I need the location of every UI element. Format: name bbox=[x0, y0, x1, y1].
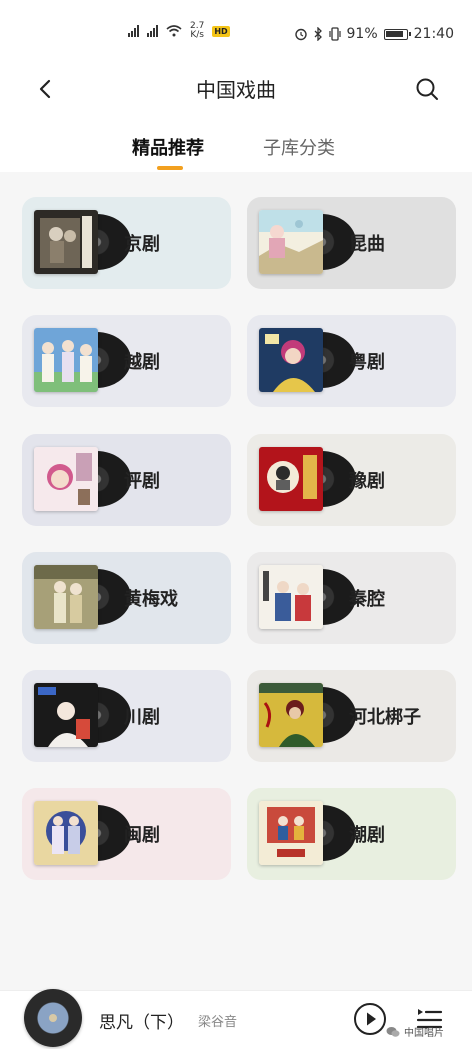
category-card[interactable]: 昆曲 bbox=[247, 197, 456, 289]
album-cover bbox=[34, 565, 98, 629]
bluetooth-icon bbox=[314, 27, 322, 41]
now-playing-disc[interactable] bbox=[24, 989, 82, 1047]
status-center: 2.7 K/s HD bbox=[128, 22, 230, 40]
wifi-icon bbox=[166, 25, 182, 37]
category-card[interactable]: 评剧 bbox=[22, 434, 231, 526]
album-cover bbox=[34, 683, 98, 747]
category-name: 昆曲 bbox=[349, 234, 385, 255]
network-speed-unit: K/s bbox=[190, 30, 204, 40]
watermark-text: 中国唱片 bbox=[404, 1028, 444, 1039]
category-name: 粤剧 bbox=[349, 352, 385, 373]
search-icon bbox=[416, 78, 438, 100]
album-cover bbox=[259, 328, 323, 392]
battery-percent: 91% bbox=[346, 26, 378, 42]
play-button[interactable] bbox=[352, 1001, 388, 1037]
category-card[interactable]: 河北梆子 bbox=[247, 670, 456, 762]
status-bar: 2.7 K/s HD 91% 21:40 bbox=[0, 0, 472, 62]
category-name: 评剧 bbox=[124, 471, 160, 492]
signal-icon bbox=[147, 25, 158, 37]
category-name: 秦腔 bbox=[349, 589, 385, 610]
tab-indicator bbox=[157, 166, 183, 170]
album-cover bbox=[259, 447, 323, 511]
album-cover bbox=[259, 565, 323, 629]
category-card[interactable]: 闽剧 bbox=[22, 788, 231, 880]
alarm-icon bbox=[294, 28, 307, 41]
vibrate-icon bbox=[328, 27, 341, 41]
category-card[interactable]: 川剧 bbox=[22, 670, 231, 762]
category-card[interactable]: 豫剧 bbox=[247, 434, 456, 526]
hd-badge: HD bbox=[212, 25, 230, 37]
album-cover bbox=[34, 210, 98, 274]
signal-icon bbox=[128, 25, 139, 37]
page-title: 中国戏曲 bbox=[196, 78, 276, 102]
category-card[interactable]: 越剧 bbox=[22, 315, 231, 407]
category-card[interactable]: 潮剧 bbox=[247, 788, 456, 880]
category-name: 河北梆子 bbox=[349, 707, 421, 728]
category-card[interactable]: 粤剧 bbox=[247, 315, 456, 407]
category-name: 潮剧 bbox=[349, 825, 385, 846]
clock: 21:40 bbox=[413, 26, 454, 42]
wechat-icon bbox=[386, 1026, 400, 1037]
category-card[interactable]: 秦腔 bbox=[247, 552, 456, 644]
category-name: 闽剧 bbox=[124, 825, 160, 846]
category-card[interactable]: 黄梅戏 bbox=[22, 552, 231, 644]
song-title[interactable]: 思凡（下） bbox=[99, 1008, 184, 1033]
category-name: 川剧 bbox=[124, 707, 160, 728]
artist-name: 梁谷音 bbox=[198, 1015, 238, 1030]
album-cover bbox=[259, 801, 323, 865]
mini-player: 思凡（下） 梁谷音 中国唱片 bbox=[0, 989, 472, 1049]
category-name: 越剧 bbox=[124, 352, 160, 373]
album-cover bbox=[34, 328, 98, 392]
album-cover bbox=[259, 683, 323, 747]
play-icon bbox=[354, 1003, 386, 1035]
category-card[interactable]: 京剧 bbox=[22, 197, 231, 289]
category-name: 京剧 bbox=[124, 234, 160, 255]
battery-icon bbox=[383, 28, 411, 40]
album-cover bbox=[34, 801, 98, 865]
search-button[interactable] bbox=[412, 74, 442, 104]
tab-categories[interactable]: 子库分类 bbox=[263, 134, 335, 160]
watermark: 中国唱片 bbox=[386, 1024, 444, 1039]
album-cover bbox=[259, 210, 323, 274]
category-name: 黄梅戏 bbox=[124, 589, 178, 610]
network-speed: 2.7 K/s bbox=[190, 22, 204, 40]
status-right: 91% 21:40 bbox=[294, 26, 454, 42]
category-name: 豫剧 bbox=[349, 471, 385, 492]
app-header: 中国戏曲 bbox=[0, 62, 472, 114]
album-cover bbox=[34, 447, 98, 511]
tab-featured[interactable]: 精品推荐 bbox=[132, 134, 204, 160]
tab-bar: 精品推荐 子库分类 bbox=[0, 114, 472, 172]
